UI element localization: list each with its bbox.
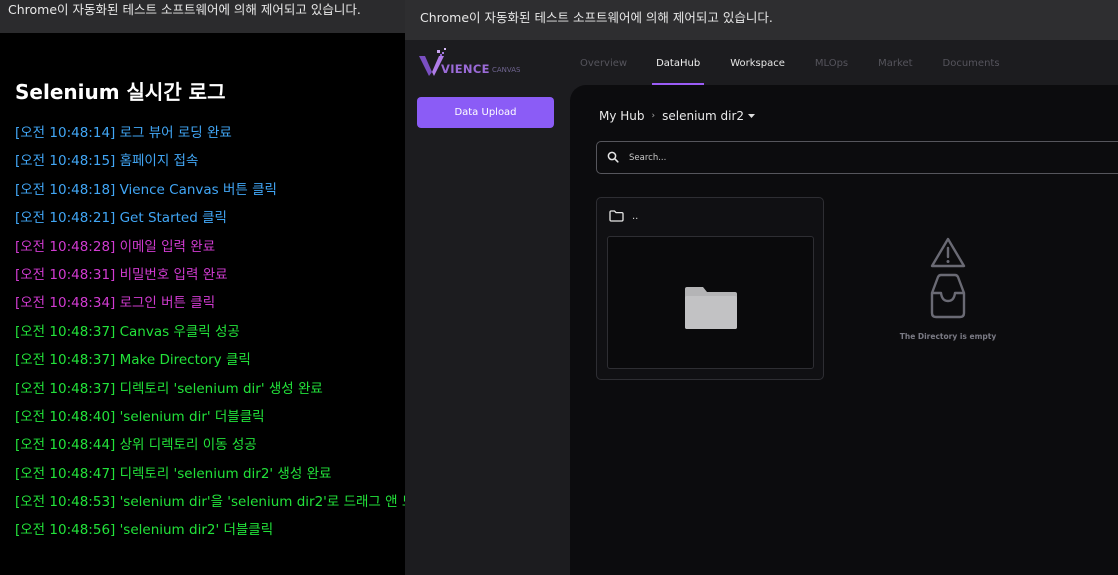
log-line: [오전 10:48:15] 홈페이지 접속	[15, 153, 199, 170]
data-upload-button[interactable]: Data Upload	[417, 97, 554, 128]
log-line: [오전 10:48:53] 'selenium dir'을 'selenium …	[15, 494, 405, 511]
log-title: Selenium 실시간 로그	[15, 80, 226, 104]
log-line: [오전 10:48:37] Make Directory 클릭	[15, 352, 251, 369]
log-line: [오전 10:48:56] 'selenium dir2' 더블클릭	[15, 522, 274, 539]
vience-logo[interactable]: VIENCE CANVAS	[417, 48, 529, 78]
tab-documents[interactable]: Documents	[943, 40, 1000, 85]
log-line: [오전 10:48:18] Vience Canvas 버튼 클릭	[15, 181, 277, 198]
tab-mlops[interactable]: MLOps	[815, 40, 848, 85]
log-line: [오전 10:48:28] 이메일 입력 완료	[15, 238, 216, 255]
top-navigation-bar: VIENCE CANVAS Overview DataHub Workspace…	[405, 40, 1118, 85]
logo-wordmark: VIENCE	[441, 62, 490, 76]
log-line: [오전 10:48:21] Get Started 클릭	[15, 210, 227, 227]
empty-state: The Directory is empty	[883, 235, 1013, 341]
breadcrumb-root[interactable]: My Hub	[599, 109, 645, 123]
folder-card-label: ..	[632, 210, 639, 222]
logo-subtitle: CANVAS	[492, 66, 521, 74]
automation-infobar: Chrome이 자동화된 테스트 소프트웨어에 의해 제어되고 있습니다.	[405, 0, 1118, 40]
tab-market[interactable]: Market	[878, 40, 912, 85]
tab-overview[interactable]: Overview	[580, 40, 627, 85]
empty-state-text: The Directory is empty	[899, 332, 997, 341]
log-window: Chrome이 자동화된 테스트 소프트웨어에 의해 제어되고 있습니다. Se…	[0, 0, 405, 575]
log-line: [오전 10:48:44] 상위 디렉토리 이동 성공	[15, 437, 257, 454]
search-icon	[607, 151, 619, 163]
folder-icon	[685, 287, 737, 329]
log-line: [오전 10:48:40] 'selenium dir' 더블클릭	[15, 408, 265, 425]
log-line: [오전 10:48:37] Canvas 우클릭 성공	[15, 323, 240, 340]
caret-down-icon[interactable]	[748, 113, 756, 119]
nav-tabs: Overview DataHub Workspace MLOps Market …	[580, 40, 1000, 85]
chevron-right-icon: ›	[651, 111, 656, 121]
log-line: [오전 10:48:47] 디렉토리 'selenium dir2' 생성 완료	[15, 465, 332, 482]
search-bar[interactable]	[596, 141, 1118, 174]
breadcrumb-current[interactable]: selenium dir2	[662, 109, 744, 123]
folder-thumbnail[interactable]	[607, 236, 814, 369]
app-window: Chrome이 자동화된 테스트 소프트웨어에 의해 제어되고 있습니다. VI…	[405, 0, 1118, 575]
tab-workspace[interactable]: Workspace	[730, 40, 785, 85]
log-line: [오전 10:48:34] 로그인 버튼 클릭	[15, 295, 216, 312]
breadcrumb: My Hub › selenium dir2	[599, 109, 756, 123]
search-input[interactable]	[629, 149, 1029, 167]
log-list: [오전 10:48:14] 로그 뷰어 로딩 완료 [오전 10:48:15] …	[15, 121, 405, 547]
automation-infobar: Chrome이 자동화된 테스트 소프트웨어에 의해 제어되고 있습니다.	[0, 0, 405, 33]
folder-card-parent[interactable]: ..	[596, 197, 824, 380]
log-line: [오전 10:48:37] 디렉토리 'selenium dir' 생성 완료	[15, 380, 323, 397]
tab-datahub[interactable]: DataHub	[652, 40, 705, 85]
folder-card-header: ..	[609, 210, 638, 222]
empty-inbox-warning-icon	[930, 237, 966, 319]
log-line: [오전 10:48:31] 비밀번호 입력 완료	[15, 266, 228, 283]
datahub-content-panel: My Hub › selenium dir2 ..	[570, 85, 1118, 575]
folder-outline-icon	[609, 210, 624, 222]
log-line: [오전 10:48:14] 로그 뷰어 로딩 완료	[15, 125, 232, 141]
